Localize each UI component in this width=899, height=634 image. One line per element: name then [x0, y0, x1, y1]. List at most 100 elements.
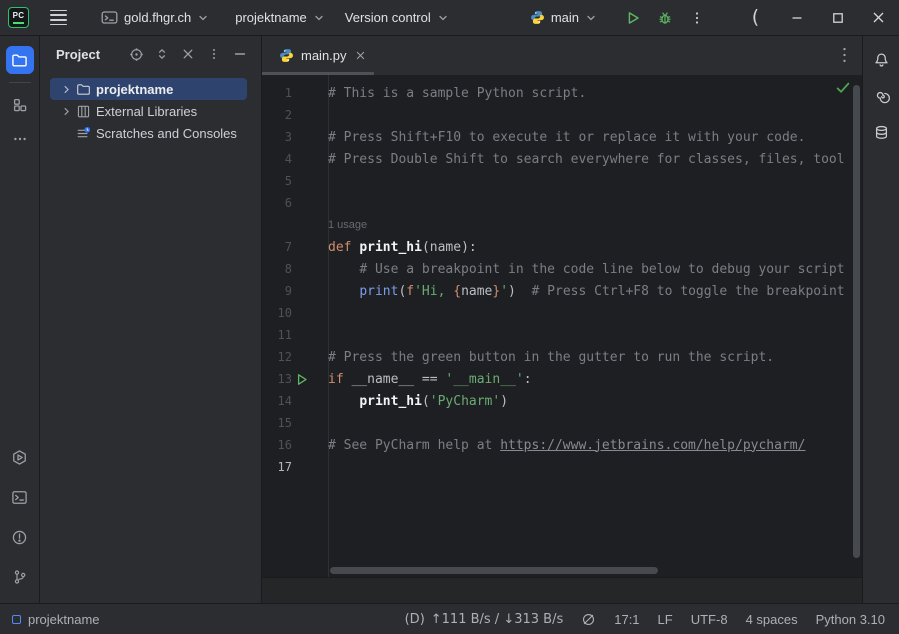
code-line-text[interactable]: # Use a breakpoint in the code line belo… [328, 262, 862, 277]
vertical-scrollbar[interactable] [853, 85, 860, 558]
code-line[interactable]: 7def print_hi(name): [262, 236, 862, 258]
hide-panel-button[interactable] [229, 43, 251, 65]
code-line[interactable]: 2 [262, 104, 862, 126]
chevron-down-icon [197, 12, 209, 24]
line-number: 16 [262, 438, 292, 452]
status-caret-position[interactable]: 17:1 [614, 612, 639, 627]
collapse-all-button[interactable] [177, 43, 199, 65]
code-line[interactable]: 16 # See PyCharm help at https://www.jetb… [262, 434, 862, 456]
code-line[interactable]: 11 [262, 324, 862, 346]
code-line-text[interactable]: def print_hi(name): [328, 240, 862, 255]
code-line[interactable]: 1# This is a sample Python script. [262, 82, 862, 104]
scratches-icon [74, 126, 92, 141]
collapse-all-icon [181, 47, 195, 61]
tab-main-py[interactable]: main.py [262, 36, 377, 75]
hamburger-menu-icon[interactable] [46, 6, 71, 29]
run-button[interactable] [617, 4, 649, 32]
highlighting-off-icon [581, 612, 596, 627]
library-icon [74, 104, 92, 119]
line-number: 13 [262, 372, 292, 386]
code-line-text[interactable]: # This is a sample Python script. [328, 86, 862, 101]
notifications-button[interactable] [867, 46, 895, 74]
code-line[interactable]: 17 [262, 456, 862, 478]
code-line[interactable]: 3 # Press Shift+F10 to execute it or repl… [262, 126, 862, 148]
tree-item-scratches[interactable]: Scratches and Consoles [50, 122, 247, 144]
run-config-selector[interactable]: main [524, 6, 603, 29]
tab-close-button[interactable] [354, 49, 367, 62]
terminal-icon [11, 489, 28, 506]
status-indent[interactable]: 4 spaces [746, 612, 798, 627]
code-editor[interactable]: 1# This is a sample Python script. 2 3 # Pr… [262, 75, 862, 577]
code-line[interactable]: 15 [262, 412, 862, 434]
code-line[interactable]: 10 [262, 302, 862, 324]
tab-label: main.py [301, 48, 347, 63]
minimize-button[interactable] [776, 0, 817, 36]
usage-hint-row[interactable]: 1 usage [262, 214, 862, 236]
database-button[interactable] [867, 118, 895, 146]
maximize-button[interactable] [817, 0, 858, 36]
editor-bottom-strip [262, 577, 862, 603]
terminal-tool-button[interactable] [6, 483, 34, 511]
chevron-right-icon[interactable] [58, 106, 74, 117]
line-number: 15 [262, 416, 292, 430]
code-line[interactable]: 12# Press the green button in the gutter… [262, 346, 862, 368]
horizontal-scrollbar[interactable] [330, 567, 658, 574]
line-number: 2 [262, 108, 292, 122]
remote-host-label: gold.fhgr.ch [124, 10, 191, 25]
panel-options-button[interactable] [203, 43, 225, 65]
problems-tool-button[interactable] [6, 523, 34, 551]
code-line[interactable]: 14 print_hi('PyCharm') [262, 390, 862, 412]
debug-button[interactable] [649, 4, 681, 32]
project-menu[interactable]: projektname [229, 6, 331, 29]
usage-hint[interactable]: 1 usage [328, 219, 367, 231]
code-line-text[interactable]: # Press the green button in the gutter t… [328, 350, 862, 365]
code-line[interactable]: 13 if __name__ == '__main__': [262, 368, 862, 390]
folder-icon [74, 82, 92, 97]
code-line-text[interactable]: # See PyCharm help at https://www.jetbra… [328, 438, 862, 453]
vcs-menu[interactable]: Version control [339, 6, 455, 29]
code-line[interactable]: 6 [262, 192, 862, 214]
more-dots-icon [12, 131, 28, 147]
tree-item-external-libraries[interactable]: External Libraries [50, 100, 247, 122]
status-line-ending[interactable]: LF [658, 612, 673, 627]
more-tool-windows-button[interactable] [6, 125, 34, 153]
line-number: 3 [262, 130, 292, 144]
hide-icon [233, 47, 247, 61]
expand-collapse-button[interactable] [151, 43, 173, 65]
more-actions-button[interactable] [681, 4, 713, 32]
services-tool-button[interactable] [6, 443, 34, 471]
structure-tool-button[interactable] [6, 91, 34, 119]
code-line-text[interactable]: print(f'Hi, {name}') # Press Ctrl+F8 to … [328, 284, 862, 299]
vcs-menu-label: Version control [345, 10, 431, 25]
code-line-text[interactable]: # Press Double Shift to search everywher… [328, 152, 862, 167]
locate-file-button[interactable] [125, 43, 147, 65]
git-tool-button[interactable] [6, 563, 34, 591]
code-line-text[interactable]: if __name__ == '__main__': [328, 372, 862, 387]
code-line[interactable]: 4# Press Double Shift to search everywhe… [262, 148, 862, 170]
line-number: 10 [262, 306, 292, 320]
code-line[interactable]: 5 [262, 170, 862, 192]
chevron-right-icon[interactable] [58, 84, 74, 95]
inspection-check-icon[interactable] [836, 82, 850, 94]
title-bar: PC gold.fhgr.ch projektname Version cont… [0, 0, 899, 36]
remote-host-selector[interactable]: gold.fhgr.ch [95, 6, 215, 29]
project-panel-title: Project [56, 47, 100, 62]
code-line-text[interactable]: # Press Shift+F10 to execute it or repla… [328, 130, 862, 145]
editor-options-button[interactable] [837, 44, 852, 66]
theme-crescent-button[interactable]: ( [735, 0, 776, 36]
run-gutter-icon[interactable] [296, 373, 308, 386]
status-interpreter[interactable]: Python 3.10 [816, 612, 885, 627]
project-tool-button[interactable] [6, 46, 34, 74]
line-number: 14 [262, 394, 292, 408]
status-encoding[interactable]: UTF-8 [691, 612, 728, 627]
kebab-menu-icon [690, 11, 704, 25]
code-line[interactable]: 9 print(f'Hi, {name}') # Press Ctrl+F8 t… [262, 280, 862, 302]
code-line[interactable]: 8 # Use a breakpoint in the code line be… [262, 258, 862, 280]
run-gutter-slot[interactable] [292, 373, 312, 386]
highlighting-widget[interactable] [581, 612, 596, 627]
tree-item-projektname[interactable]: projektname [50, 78, 247, 100]
ai-assistant-button[interactable] [867, 82, 895, 110]
project-tree: projektname External Libraries [40, 72, 261, 144]
code-line-text[interactable]: print_hi('PyCharm') [328, 394, 862, 409]
close-button[interactable] [858, 0, 899, 36]
